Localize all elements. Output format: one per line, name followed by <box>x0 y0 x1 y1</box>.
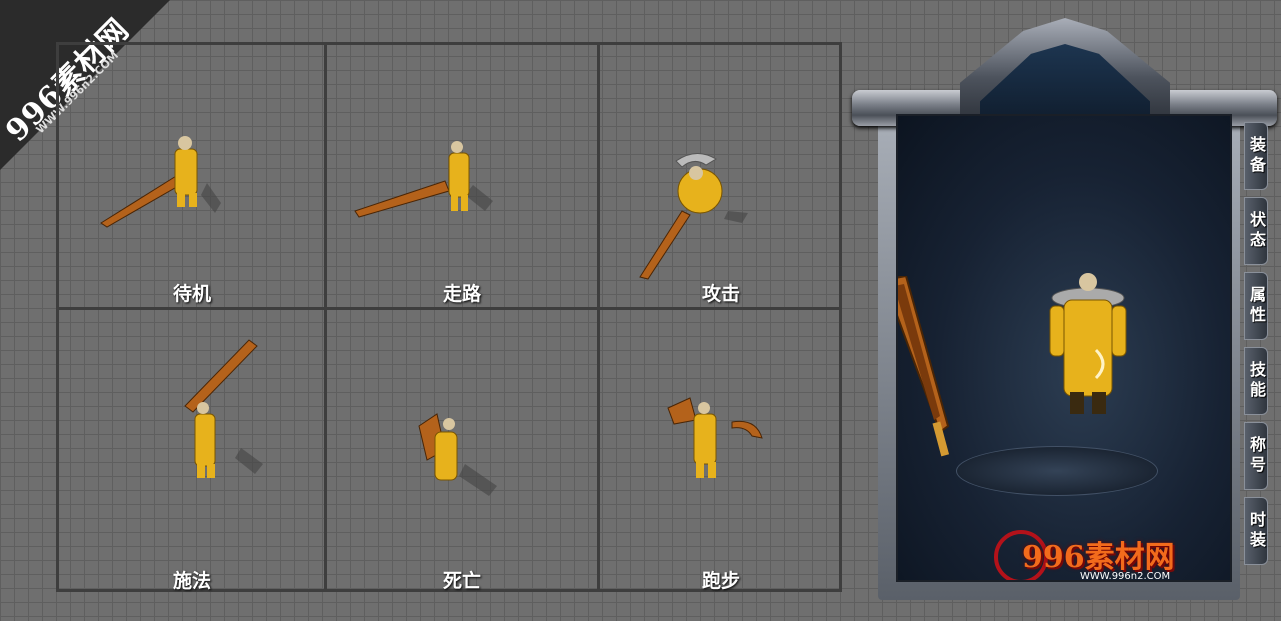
panel-tabs: 装备 状态 属性 技能 称号 时装 <box>1244 122 1274 572</box>
logo-text: 996素材网 <box>1022 540 1175 575</box>
animation-label-attack: 攻击 <box>701 283 740 305</box>
animation-label-walk: 走路 <box>442 283 481 305</box>
pedestal <box>956 446 1158 496</box>
cast-sprite <box>184 339 263 478</box>
animation-cell-run[interactable]: 跑步 <box>600 310 842 592</box>
tab-status[interactable]: 状态 <box>1244 197 1268 265</box>
animation-label-cast: 施法 <box>172 570 211 592</box>
animation-cell-cast[interactable]: 施法 <box>59 310 325 592</box>
logo-url: WWW.996n2.COM <box>1080 571 1171 582</box>
weapon-display <box>898 276 950 457</box>
animation-cell-attack[interactable]: 攻击 <box>600 45 842 307</box>
run-sprite <box>667 397 763 478</box>
tab-fashion[interactable]: 时装 <box>1244 497 1268 565</box>
death-sprite <box>418 413 497 496</box>
tab-titles[interactable]: 称号 <box>1244 422 1268 490</box>
animation-label-death: 死亡 <box>442 570 481 592</box>
idle-sprite <box>100 136 221 228</box>
character-model <box>1049 273 1127 414</box>
animation-label-run: 跑步 <box>701 570 740 592</box>
animation-grid: 待机 走路 攻击 施法 死亡 跑步 <box>56 42 842 592</box>
walk-sprite <box>354 141 493 218</box>
tab-equipment[interactable]: 装备 <box>1244 122 1268 190</box>
attack-sprite <box>639 153 748 280</box>
tab-skills[interactable]: 技能 <box>1244 347 1268 415</box>
animation-cell-walk[interactable]: 走路 <box>327 45 597 307</box>
animation-cell-death[interactable]: 死亡 <box>327 310 597 592</box>
animation-label-idle: 待机 <box>172 283 211 305</box>
panel-logo: 996素材网 WWW.996n2.COM <box>994 526 1194 582</box>
tab-attributes[interactable]: 属性 <box>1244 272 1268 340</box>
character-preview: 996素材网 WWW.996n2.COM <box>896 114 1232 582</box>
character-panel: 996素材网 WWW.996n2.COM 装备 状态 属性 技能 称号 时装 <box>852 18 1277 602</box>
animation-cell-idle[interactable]: 待机 <box>59 45 325 307</box>
